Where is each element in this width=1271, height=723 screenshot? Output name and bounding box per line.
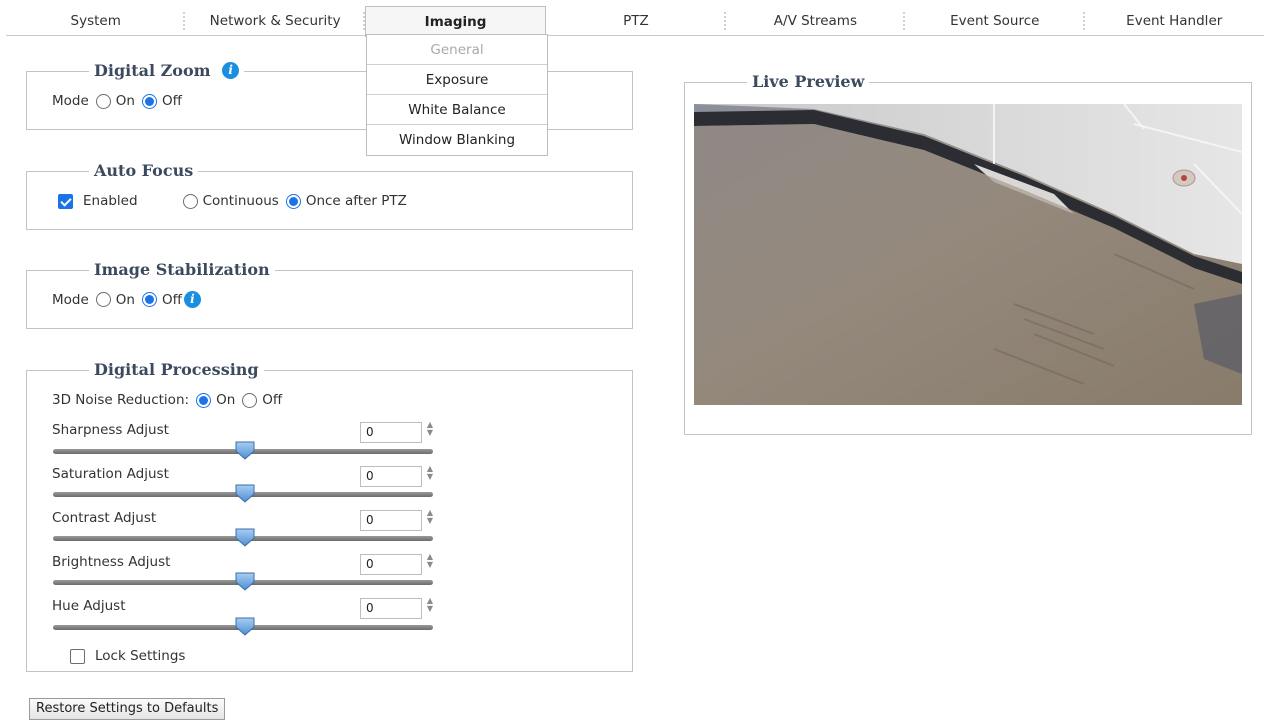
live-preview-legend: Live Preview [747, 72, 870, 92]
image-stabilization-on-radio[interactable] [95, 292, 111, 307]
auto-focus-enabled-checkbox[interactable] [58, 193, 73, 209]
contrast-label: Contrast Adjust [52, 510, 157, 526]
submenu-item-general: General [367, 35, 547, 65]
image-stabilization-legend: Image Stabilization [89, 260, 275, 280]
hue-spinner[interactable]: ▲ ▼ [425, 597, 435, 615]
sharpness-spinner[interactable]: ▲ ▼ [425, 421, 435, 439]
tab-event-source[interactable]: Event Source [905, 6, 1085, 36]
auto-focus-continuous-label: Continuous [202, 193, 279, 209]
digital-zoom-mode-label: Mode [52, 93, 89, 109]
submenu-item-window-blanking[interactable]: Window Blanking [367, 125, 547, 155]
brightness-spinner[interactable]: ▲ ▼ [425, 553, 435, 571]
digital-zoom-off-radio[interactable] [141, 93, 157, 109]
tab-system[interactable]: System [6, 6, 186, 36]
tab-event-handler[interactable]: Event Handler [1085, 6, 1264, 36]
saturation-slider-thumb[interactable] [235, 484, 255, 503]
submenu-item-exposure[interactable]: Exposure [367, 65, 547, 95]
saturation-spinner[interactable]: ▲ ▼ [425, 465, 435, 483]
contrast-input[interactable]: 0 [360, 510, 422, 531]
main-nav: System Network & Security Imaging PTZ A/… [6, 6, 1264, 37]
digital-zoom-legend: Digital Zoom i [89, 61, 245, 81]
noise-reduction-on-radio[interactable] [196, 392, 212, 408]
lock-settings-label: Lock Settings [95, 648, 186, 664]
noise-reduction-label: 3D Noise Reduction: [52, 392, 190, 408]
digital-processing-legend: Digital Processing [89, 360, 264, 380]
sharpness-label: Sharpness Adjust [52, 422, 169, 438]
brightness-label: Brightness Adjust [52, 554, 171, 570]
digital-processing-group: Digital Processing 3D Noise Reduction: O… [26, 360, 633, 672]
contrast-spinner[interactable]: ▲ ▼ [425, 509, 435, 527]
info-icon[interactable]: i [183, 291, 201, 308]
auto-focus-continuous-radio[interactable] [182, 193, 198, 209]
tab-imaging[interactable]: Imaging [364, 6, 547, 37]
tab-network-security[interactable]: Network & Security [185, 6, 366, 36]
image-stabilization-group: Image Stabilization Mode On Off i [26, 260, 633, 329]
noise-reduction-off-label: Off [262, 392, 283, 408]
submenu-item-white-balance[interactable]: White Balance [367, 95, 547, 125]
auto-focus-legend: Auto Focus [89, 161, 199, 181]
saturation-input[interactable]: 0 [360, 466, 422, 487]
contrast-slider-thumb[interactable] [235, 528, 255, 547]
noise-reduction-on-label: On [216, 392, 236, 408]
digital-zoom-on-label: On [115, 93, 135, 109]
auto-focus-once-label: Once after PTZ [305, 193, 407, 209]
sharpness-slider-thumb[interactable] [235, 441, 255, 460]
image-stabilization-on-label: On [115, 291, 135, 308]
hue-input[interactable]: 0 [360, 598, 422, 619]
live-preview-image [694, 104, 1242, 405]
restore-defaults-button[interactable]: Restore Settings to Defaults [29, 698, 226, 720]
brightness-input[interactable]: 0 [360, 554, 422, 575]
digital-zoom-on-radio[interactable] [95, 93, 111, 109]
hue-label: Hue Adjust [52, 598, 126, 614]
info-icon[interactable]: i [222, 62, 240, 79]
imaging-submenu: General Exposure White Balance Window Bl… [366, 34, 548, 156]
auto-focus-once-radio[interactable] [285, 193, 301, 209]
digital-zoom-off-label: Off [161, 93, 182, 109]
auto-focus-group: Auto Focus Enabled Continuous Once after… [26, 161, 633, 230]
auto-focus-enabled-label: Enabled [83, 193, 138, 209]
saturation-label: Saturation Adjust [52, 466, 169, 482]
digital-zoom-title: Digital Zoom [94, 61, 211, 80]
hue-slider-thumb[interactable] [235, 617, 255, 636]
brightness-slider-thumb[interactable] [235, 572, 255, 591]
sharpness-input[interactable]: 0 [360, 422, 422, 443]
lock-settings-checkbox[interactable] [70, 648, 85, 664]
tab-ptz[interactable]: PTZ [546, 6, 727, 36]
image-stabilization-mode-label: Mode [52, 291, 89, 308]
tab-av-streams[interactable]: A/V Streams [726, 6, 906, 36]
image-stabilization-off-label: Off [161, 291, 182, 308]
image-stabilization-off-radio[interactable] [141, 292, 157, 307]
noise-reduction-off-radio[interactable] [242, 392, 258, 408]
